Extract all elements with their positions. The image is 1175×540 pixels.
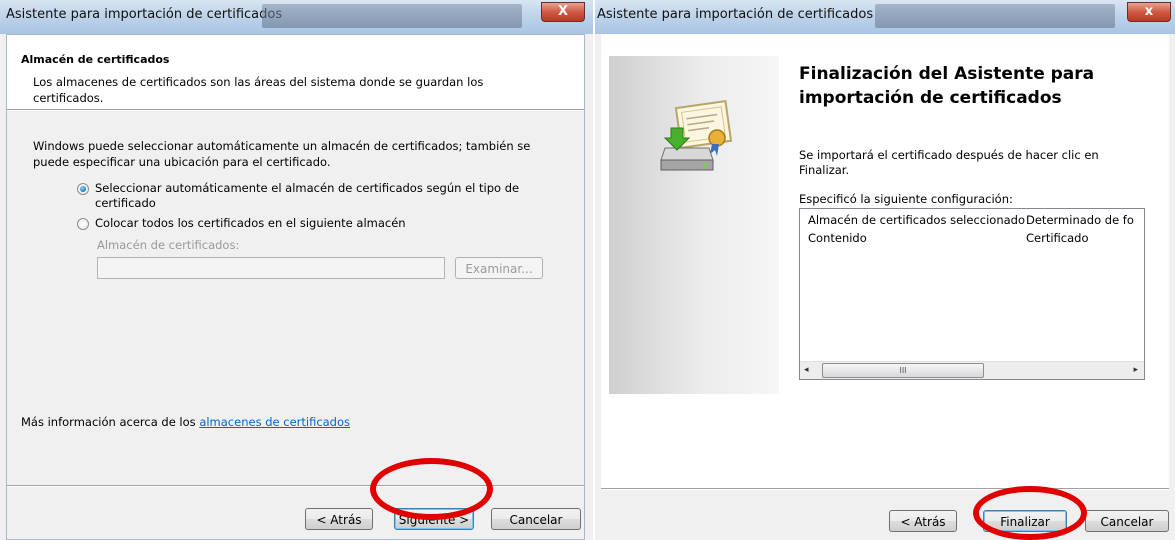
radio-manual-label: Colocar todos los certificados en el sig… — [95, 216, 406, 230]
radio-auto-select[interactable] — [77, 183, 89, 195]
right-wizard-window: Asistente para importación de certificad… — [595, 0, 1175, 540]
completion-heading-2: importación de certificados — [799, 88, 1062, 108]
intro-text-1: Windows puede seleccionar automáticament… — [33, 139, 531, 153]
info-text-1: Se importará el certificado después de h… — [799, 148, 1099, 162]
highlight-ring-finish — [973, 486, 1087, 540]
back-button[interactable]: < Atrás — [305, 508, 373, 530]
left-body — [7, 111, 584, 539]
right-wizard-frame: Finalización del Asistente para importac… — [601, 34, 1169, 540]
right-window-title: Asistente para importación de certificad… — [597, 7, 874, 22]
radio-auto-label-2: certificado — [95, 196, 156, 210]
certificate-import-icon — [660, 100, 733, 171]
horizontal-scrollbar[interactable]: ◂ III ▸ — [800, 361, 1144, 379]
right-titlebar-glass — [875, 4, 1115, 28]
config-label: Especificó la siguiente configuración: — [799, 192, 1013, 206]
store-input[interactable] — [97, 257, 445, 279]
left-wizard-window: Asistente para importación de certificad… — [0, 0, 593, 540]
right-back-button[interactable]: < Atrás — [889, 510, 957, 532]
section-description-2: certificados. — [33, 91, 104, 105]
scroll-left-arrow-icon[interactable]: ◂ — [804, 365, 809, 375]
config-row-1-name: Almacén de certificados seleccionado — [808, 213, 1025, 227]
left-title-bar[interactable]: Asistente para importación de certificad… — [0, 0, 593, 34]
wizard-side-panel — [609, 56, 779, 394]
scroll-thumb[interactable]: III — [822, 363, 984, 378]
more-info-text: Más información acerca de los almacenes … — [21, 415, 350, 429]
left-titlebar-glass — [262, 4, 522, 28]
intro-text-2: puede especificar una ubicación para el … — [33, 155, 331, 169]
right-close-button[interactable]: x — [1127, 2, 1171, 22]
right-cancel-button[interactable]: Cancelar — [1085, 510, 1169, 532]
more-info-prefix: Más información acerca de los — [21, 415, 200, 429]
left-window-title: Asistente para importación de certificad… — [6, 7, 283, 22]
info-text-2: Finalizar. — [799, 163, 850, 177]
config-row-1-value: Determinado de fo — [1026, 213, 1134, 227]
config-listbox[interactable]: Almacén de certificados seleccionado Det… — [799, 208, 1145, 380]
section-title: Almacén de certificados — [21, 53, 170, 66]
right-title-bar[interactable]: Asistente para importación de certificad… — [595, 0, 1175, 34]
radio-auto-label-1: Seleccionar automáticamente el almacén d… — [95, 181, 520, 195]
completion-heading-1: Finalización del Asistente para — [799, 64, 1095, 84]
footer-divider — [7, 485, 584, 487]
config-row-2-name: Contenido — [808, 231, 867, 245]
browse-button[interactable]: Examinar... — [455, 257, 543, 279]
store-label: Almacén de certificados: — [97, 238, 240, 252]
radio-manual-store[interactable] — [77, 218, 89, 230]
scroll-right-arrow-icon[interactable]: ▸ — [1133, 365, 1138, 375]
more-info-link[interactable]: almacenes de certificados — [199, 415, 350, 429]
section-description-1: Los almacenes de certificados son las ár… — [33, 75, 484, 89]
left-wizard-frame: Almacén de certificados Los almacenes de… — [6, 34, 585, 540]
highlight-ring-next — [370, 458, 493, 520]
left-close-button[interactable]: X — [541, 2, 585, 22]
config-row-2-value: Certificado — [1026, 231, 1089, 245]
cancel-button[interactable]: Cancelar — [491, 508, 581, 530]
